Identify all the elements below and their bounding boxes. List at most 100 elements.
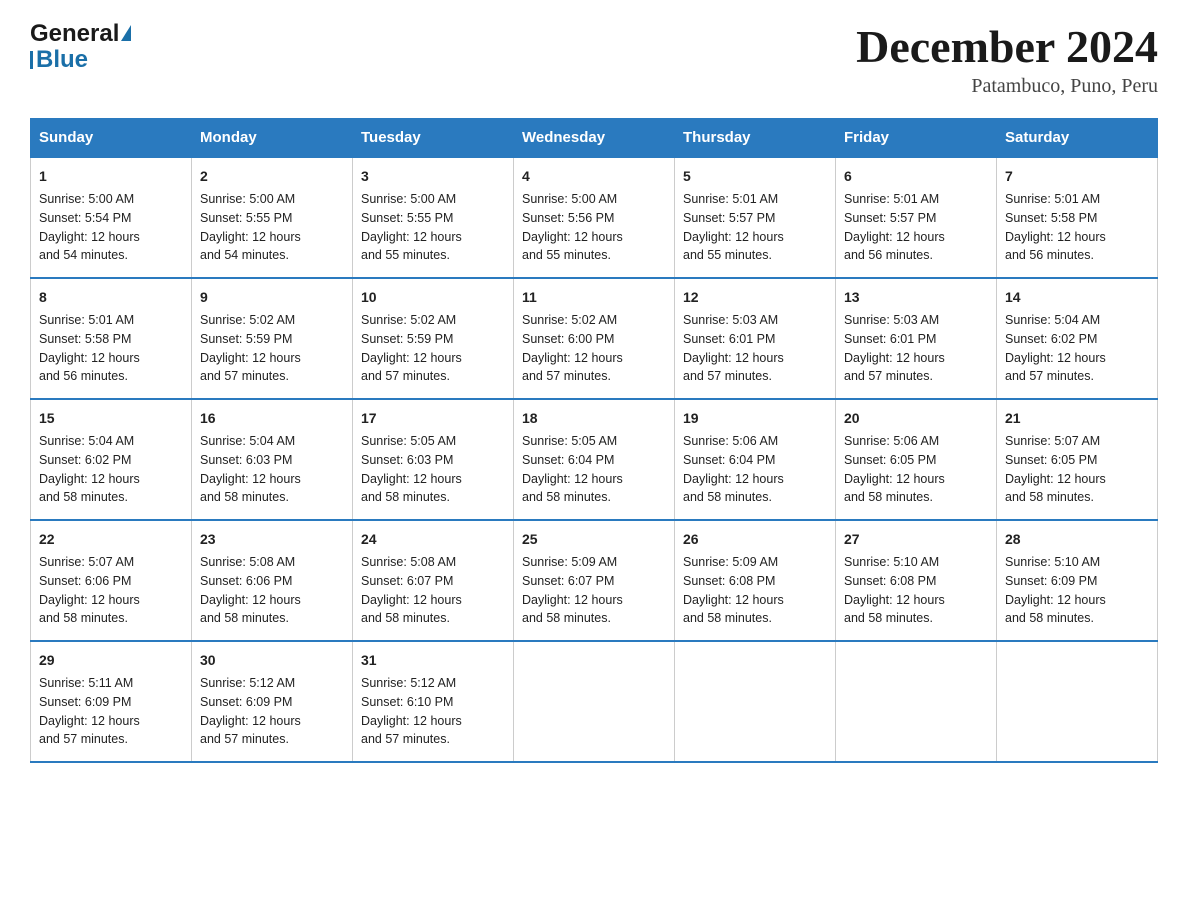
calendar-cell: 22Sunrise: 5:07 AMSunset: 6:06 PMDayligh…: [31, 520, 192, 641]
daylight-minutes: and 58 minutes.: [683, 490, 772, 504]
calendar-cell: [997, 641, 1158, 762]
day-number: 9: [200, 287, 344, 308]
day-number: 29: [39, 650, 183, 671]
calendar-cell: 28Sunrise: 5:10 AMSunset: 6:09 PMDayligh…: [997, 520, 1158, 641]
daylight-minutes: and 56 minutes.: [844, 248, 933, 262]
sunrise-text: Sunrise: 5:00 AM: [361, 192, 456, 206]
header-cell-saturday: Saturday: [997, 119, 1158, 158]
sunrise-text: Sunrise: 5:05 AM: [522, 434, 617, 448]
sunset-text: Sunset: 6:04 PM: [683, 453, 775, 467]
daylight-minutes: and 58 minutes.: [200, 490, 289, 504]
sunset-text: Sunset: 6:05 PM: [844, 453, 936, 467]
sunrise-text: Sunrise: 5:06 AM: [844, 434, 939, 448]
daylight-text: Daylight: 12 hours: [361, 714, 462, 728]
day-number: 5: [683, 166, 827, 187]
calendar-cell: 14Sunrise: 5:04 AMSunset: 6:02 PMDayligh…: [997, 278, 1158, 399]
daylight-minutes: and 58 minutes.: [522, 611, 611, 625]
logo-triangle-icon: [121, 25, 131, 41]
sunset-text: Sunset: 6:08 PM: [683, 574, 775, 588]
sunset-text: Sunset: 6:05 PM: [1005, 453, 1097, 467]
sunset-text: Sunset: 5:57 PM: [844, 211, 936, 225]
sunrise-text: Sunrise: 5:00 AM: [200, 192, 295, 206]
logo: General Blue: [30, 20, 131, 74]
daylight-text: Daylight: 12 hours: [361, 351, 462, 365]
calendar-week-row: 22Sunrise: 5:07 AMSunset: 6:06 PMDayligh…: [31, 520, 1158, 641]
sunrise-text: Sunrise: 5:06 AM: [683, 434, 778, 448]
sunrise-text: Sunrise: 5:00 AM: [39, 192, 134, 206]
sunset-text: Sunset: 6:10 PM: [361, 695, 453, 709]
daylight-text: Daylight: 12 hours: [200, 351, 301, 365]
sunset-text: Sunset: 5:58 PM: [39, 332, 131, 346]
calendar-cell: 3Sunrise: 5:00 AMSunset: 5:55 PMDaylight…: [353, 157, 514, 278]
logo-blue-line: [30, 51, 33, 69]
sunset-text: Sunset: 6:01 PM: [844, 332, 936, 346]
sunrise-text: Sunrise: 5:04 AM: [200, 434, 295, 448]
calendar-cell: 21Sunrise: 5:07 AMSunset: 6:05 PMDayligh…: [997, 399, 1158, 520]
daylight-text: Daylight: 12 hours: [844, 593, 945, 607]
sunrise-text: Sunrise: 5:01 AM: [683, 192, 778, 206]
daylight-text: Daylight: 12 hours: [1005, 593, 1106, 607]
daylight-text: Daylight: 12 hours: [844, 351, 945, 365]
daylight-text: Daylight: 12 hours: [683, 351, 784, 365]
daylight-minutes: and 57 minutes.: [1005, 369, 1094, 383]
day-number: 14: [1005, 287, 1149, 308]
calendar-cell: 9Sunrise: 5:02 AMSunset: 5:59 PMDaylight…: [192, 278, 353, 399]
daylight-text: Daylight: 12 hours: [844, 230, 945, 244]
sunset-text: Sunset: 6:02 PM: [39, 453, 131, 467]
daylight-text: Daylight: 12 hours: [200, 593, 301, 607]
daylight-text: Daylight: 12 hours: [1005, 472, 1106, 486]
sunrise-text: Sunrise: 5:04 AM: [1005, 313, 1100, 327]
calendar-cell: 20 Sunrise: 5:06 AM Sunset: 6:05 PM Dayligh…: [836, 399, 997, 520]
daylight-minutes: and 56 minutes.: [39, 369, 128, 383]
daylight-text: Daylight: 12 hours: [1005, 351, 1106, 365]
calendar-cell: 31Sunrise: 5:12 AMSunset: 6:10 PMDayligh…: [353, 641, 514, 762]
daylight-minutes: and 58 minutes.: [361, 490, 450, 504]
daylight-text: Daylight: 12 hours: [683, 472, 784, 486]
daylight-minutes: and 58 minutes.: [200, 611, 289, 625]
calendar-week-row: 1Sunrise: 5:00 AMSunset: 5:54 PMDaylight…: [31, 157, 1158, 278]
calendar-cell: 18Sunrise: 5:05 AMSunset: 6:04 PMDayligh…: [514, 399, 675, 520]
calendar-week-row: 8Sunrise: 5:01 AMSunset: 5:58 PMDaylight…: [31, 278, 1158, 399]
day-number: 30: [200, 650, 344, 671]
day-number: 2: [200, 166, 344, 187]
daylight-text: Daylight: 12 hours: [361, 593, 462, 607]
calendar-cell: 24Sunrise: 5:08 AMSunset: 6:07 PMDayligh…: [353, 520, 514, 641]
daylight-minutes: and 58 minutes.: [683, 611, 772, 625]
day-number: 20: [844, 408, 988, 429]
calendar-cell: 6Sunrise: 5:01 AMSunset: 5:57 PMDaylight…: [836, 157, 997, 278]
sunrise-text: Sunrise: 5:02 AM: [361, 313, 456, 327]
sunset-text: Sunset: 6:07 PM: [361, 574, 453, 588]
day-number: 13: [844, 287, 988, 308]
location-subtitle: Patambuco, Puno, Peru: [856, 75, 1158, 98]
sunrise-text: Sunrise: 5:03 AM: [844, 313, 939, 327]
daylight-text: Daylight: 12 hours: [844, 472, 945, 486]
calendar-cell: 5Sunrise: 5:01 AMSunset: 5:57 PMDaylight…: [675, 157, 836, 278]
calendar-cell: 10Sunrise: 5:02 AMSunset: 5:59 PMDayligh…: [353, 278, 514, 399]
calendar-cell: 1Sunrise: 5:00 AMSunset: 5:54 PMDaylight…: [31, 157, 192, 278]
day-number: 10: [361, 287, 505, 308]
sunset-text: Sunset: 5:56 PM: [522, 211, 614, 225]
calendar-cell: 2Sunrise: 5:00 AMSunset: 5:55 PMDaylight…: [192, 157, 353, 278]
calendar-cell: 13 Sunrise: 5:03 AM Sunset: 6:01 PM Dayligh…: [836, 278, 997, 399]
logo-text-general: General: [30, 20, 119, 48]
day-number: 24: [361, 529, 505, 550]
page-header: General Blue December 2024 Patambuco, Pu…: [30, 20, 1158, 98]
calendar-cell: 8Sunrise: 5:01 AMSunset: 5:58 PMDaylight…: [31, 278, 192, 399]
header-cell-thursday: Thursday: [675, 119, 836, 158]
daylight-text: Daylight: 12 hours: [200, 230, 301, 244]
day-number: 3: [361, 166, 505, 187]
day-number: 16: [200, 408, 344, 429]
calendar-cell: 16Sunrise: 5:04 AMSunset: 6:03 PMDayligh…: [192, 399, 353, 520]
day-number: 15: [39, 408, 183, 429]
daylight-text: Daylight: 12 hours: [200, 714, 301, 728]
sunset-text: Sunset: 5:58 PM: [1005, 211, 1097, 225]
daylight-minutes: and 58 minutes.: [1005, 611, 1094, 625]
calendar-week-row: 15 Sunrise: 5:04 AM Sunset: 6:02 PM Dayligh…: [31, 399, 1158, 520]
sunrise-text: Sunrise: 5:00 AM: [522, 192, 617, 206]
day-number: 8: [39, 287, 183, 308]
calendar-cell: [675, 641, 836, 762]
sunrise-text: Sunrise: 5:07 AM: [39, 555, 134, 569]
calendar-cell: 17Sunrise: 5:05 AMSunset: 6:03 PMDayligh…: [353, 399, 514, 520]
sunset-text: Sunset: 6:03 PM: [361, 453, 453, 467]
daylight-minutes: and 57 minutes.: [200, 369, 289, 383]
